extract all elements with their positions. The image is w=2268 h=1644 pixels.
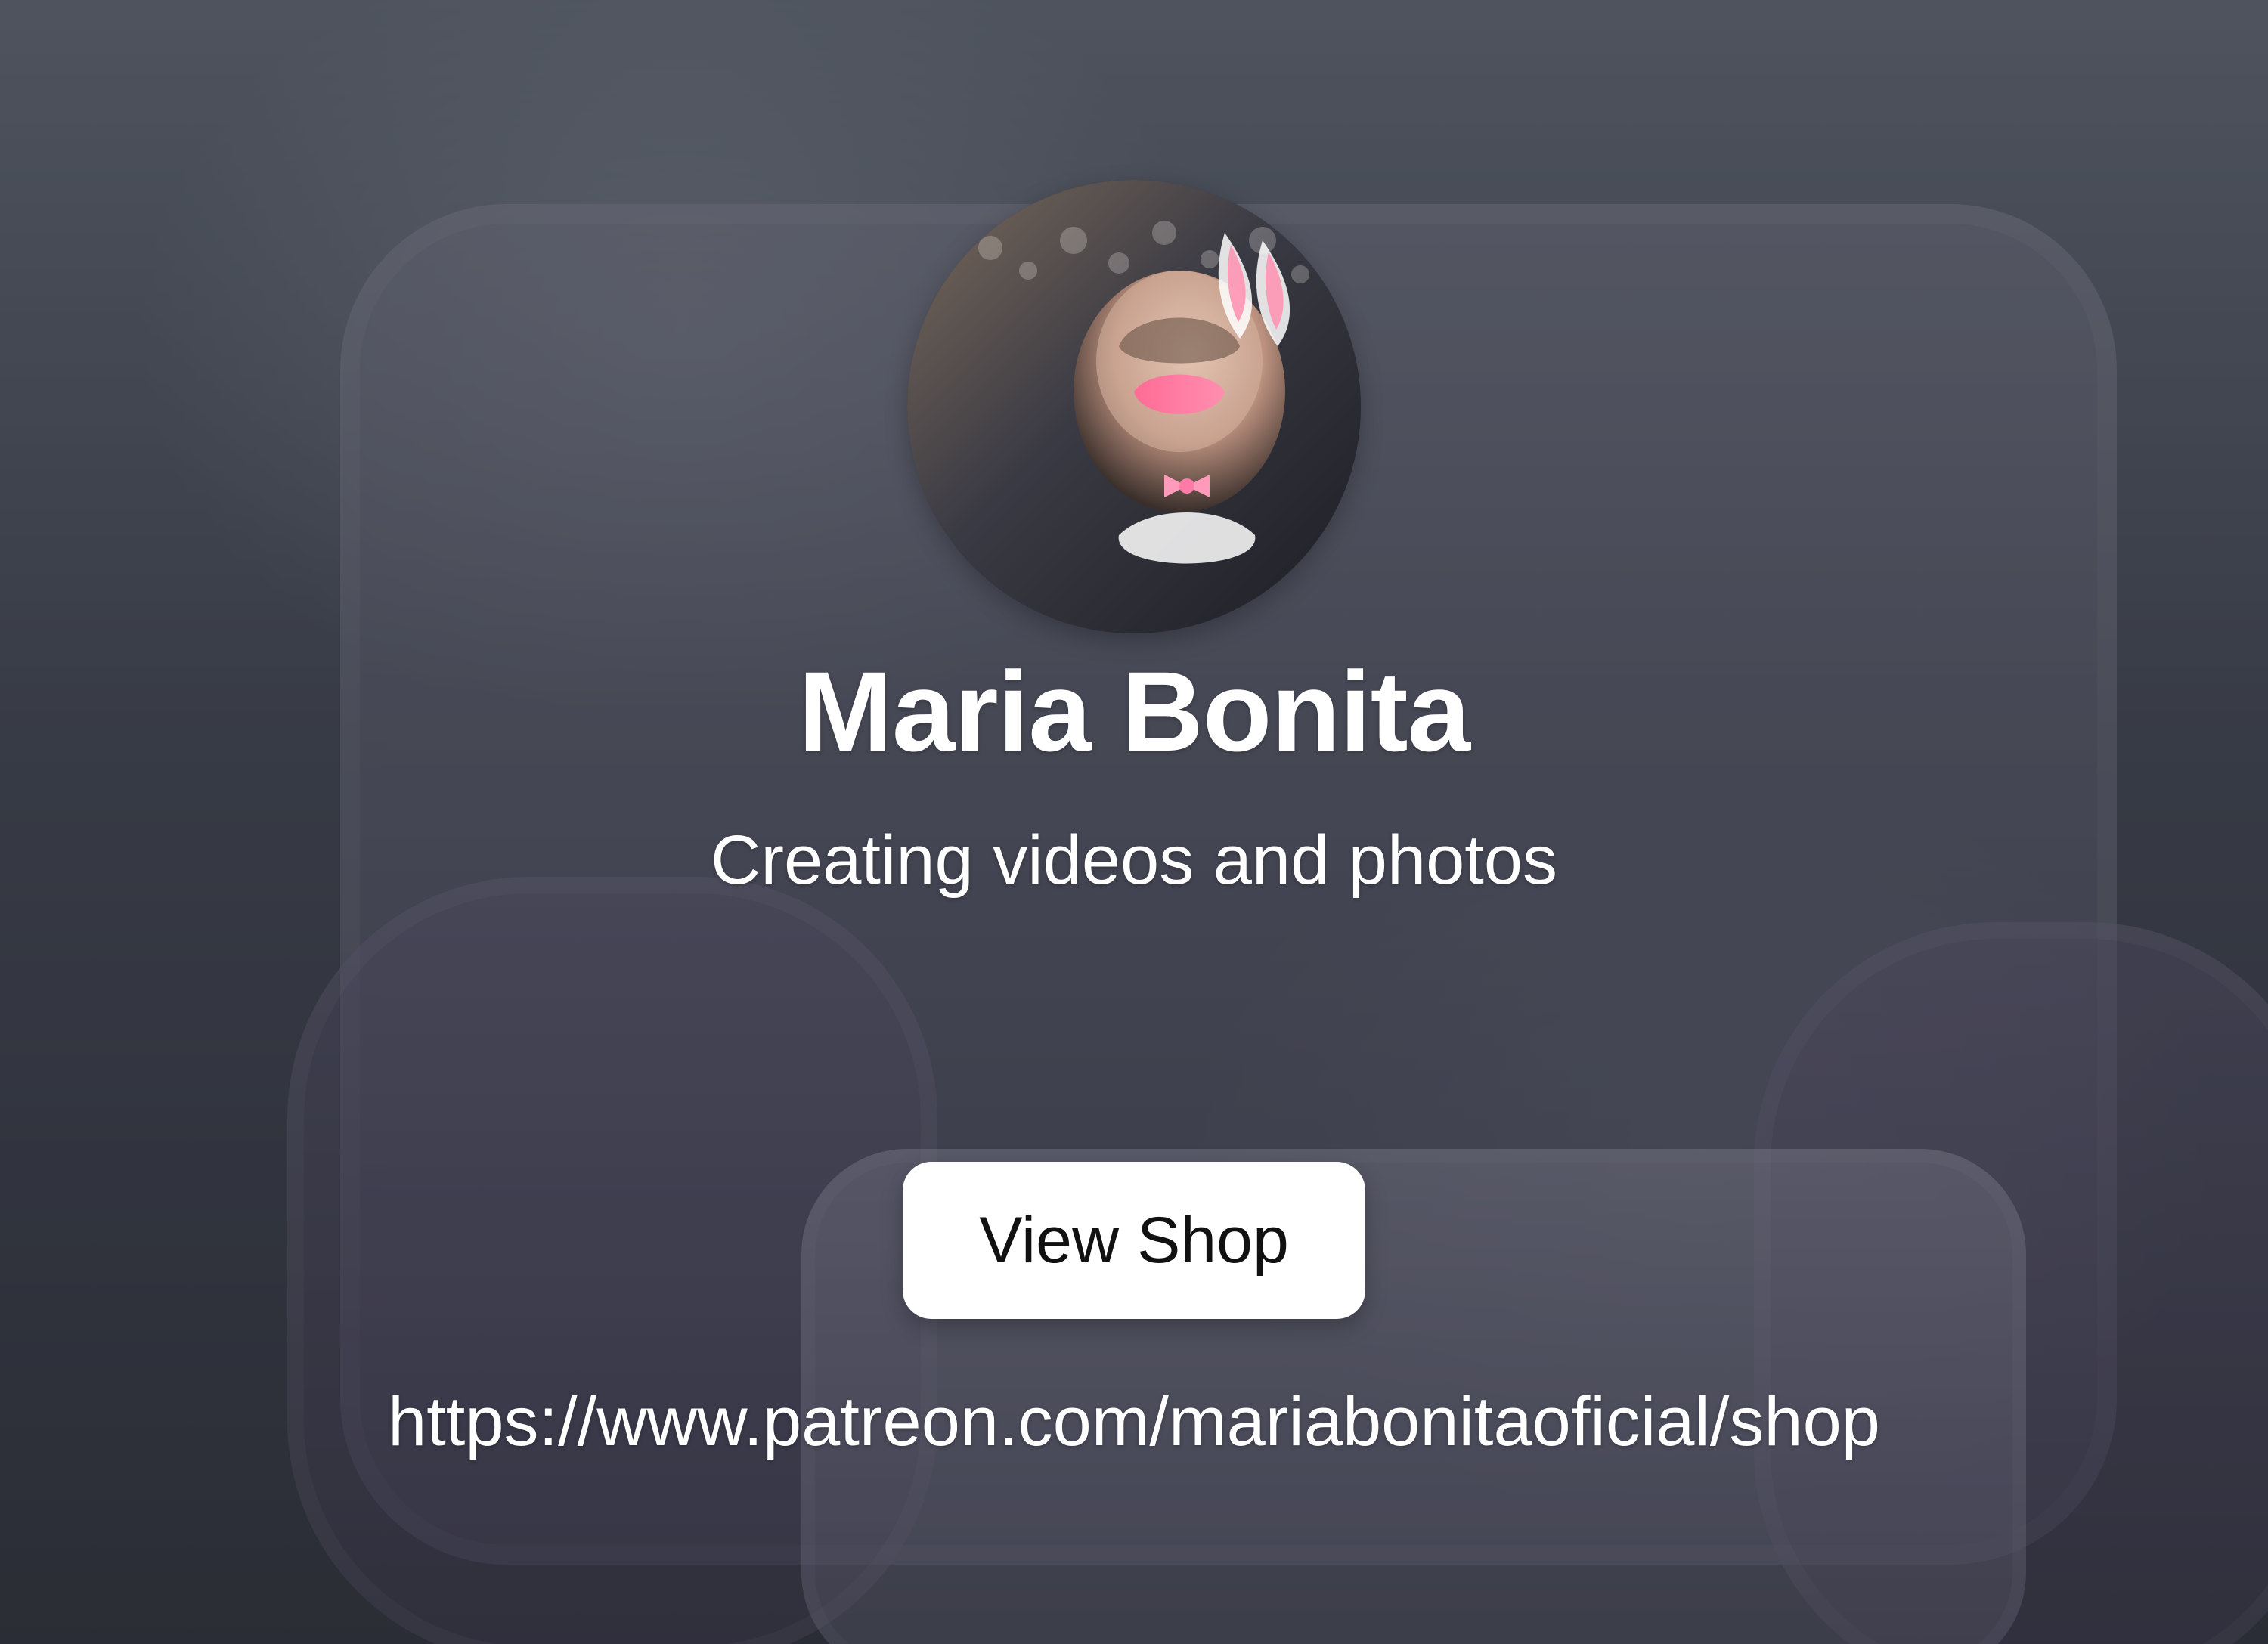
- avatar: [907, 180, 1361, 633]
- shop-url-text: https://www.patreon.com/mariabonitaofici…: [388, 1383, 1880, 1461]
- profile-photo-icon: [907, 180, 1361, 633]
- profile-name: Maria Bonita: [798, 648, 1470, 775]
- view-shop-button[interactable]: View Shop: [903, 1162, 1365, 1320]
- profile-content: Maria Bonita Creating videos and photos …: [0, 0, 2268, 1644]
- profile-tagline: Creating videos and photos: [710, 822, 1558, 899]
- profile-page: Maria Bonita Creating videos and photos …: [0, 0, 2268, 1644]
